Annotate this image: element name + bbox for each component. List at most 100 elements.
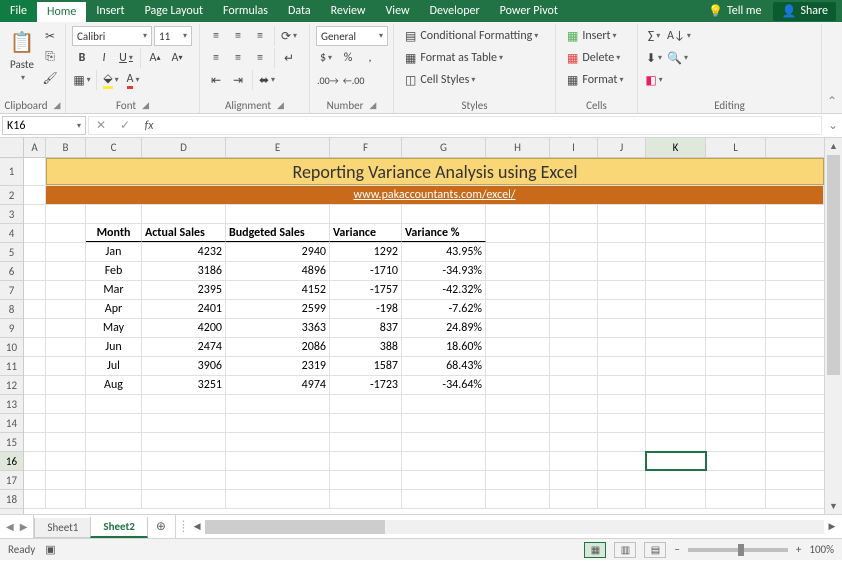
dialog-launcher-icon[interactable]: ◢: [277, 100, 284, 111]
data-cell[interactable]: 3186: [142, 262, 226, 280]
data-cell[interactable]: -42.32%: [402, 281, 486, 299]
table-header[interactable]: Variance: [330, 224, 402, 242]
share-button[interactable]: 👤 Share: [773, 2, 836, 21]
cell-I16[interactable]: [550, 452, 598, 470]
autosum-button[interactable]: ∑▾: [644, 26, 664, 46]
cell[interactable]: [486, 281, 550, 299]
cell-C15[interactable]: [86, 433, 142, 451]
cell-G16[interactable]: [402, 452, 486, 470]
cell[interactable]: [550, 300, 598, 318]
row-header-13[interactable]: 13: [0, 395, 23, 414]
cell-B13[interactable]: [46, 395, 86, 413]
cell-I17[interactable]: [550, 471, 598, 489]
table-header[interactable]: Actual Sales: [142, 224, 226, 242]
row-header-10[interactable]: 10: [0, 338, 23, 357]
dialog-launcher-icon[interactable]: ◢: [369, 100, 376, 111]
cell-J18[interactable]: [598, 490, 646, 508]
scroll-left-icon[interactable]: ◀: [189, 521, 205, 532]
cell[interactable]: [598, 224, 646, 242]
cell-L3[interactable]: [706, 205, 766, 223]
cell[interactable]: [46, 338, 86, 356]
clear-button[interactable]: ◧▾: [644, 70, 664, 90]
cell-A17[interactable]: [24, 471, 46, 489]
cell[interactable]: [646, 262, 706, 280]
align-top-button[interactable]: ≡: [206, 26, 226, 46]
cell[interactable]: [646, 319, 706, 337]
tab-home[interactable]: Home: [37, 0, 86, 22]
cell[interactable]: [646, 338, 706, 356]
macro-record-icon[interactable]: ▣: [45, 543, 55, 556]
underline-button[interactable]: U▾: [116, 48, 136, 68]
cell-L15[interactable]: [706, 433, 766, 451]
sheet-nav-next-icon[interactable]: ▶: [20, 520, 28, 533]
cell-E13[interactable]: [226, 395, 330, 413]
cell-C3[interactable]: [86, 205, 142, 223]
collapse-ribbon-button[interactable]: ⌃: [822, 24, 842, 113]
currency-button[interactable]: $▾: [316, 48, 336, 68]
tab-file[interactable]: File: [0, 0, 37, 22]
cell[interactable]: [46, 300, 86, 318]
cell-K14[interactable]: [646, 414, 706, 432]
row-header-1[interactable]: 1: [0, 158, 23, 186]
data-cell[interactable]: 43.95%: [402, 243, 486, 261]
column-header-K[interactable]: K: [646, 138, 706, 157]
format-as-table-button[interactable]: ▦Format as Table▾: [400, 48, 549, 68]
cell[interactable]: [598, 262, 646, 280]
cell[interactable]: [24, 338, 46, 356]
data-cell[interactable]: Jan: [86, 243, 142, 261]
cell[interactable]: [24, 376, 46, 394]
cell-styles-button[interactable]: ◫Cell Styles▾: [400, 70, 549, 90]
cell-B18[interactable]: [46, 490, 86, 508]
cell-J16[interactable]: [598, 452, 646, 470]
cell-H3[interactable]: [486, 205, 550, 223]
align-left-button[interactable]: ≡: [206, 48, 226, 68]
cell-F13[interactable]: [330, 395, 402, 413]
cell[interactable]: [24, 281, 46, 299]
row-header-7[interactable]: 7: [0, 281, 23, 300]
vertical-scrollbar[interactable]: ▲ ▼: [824, 138, 842, 514]
row-header-4[interactable]: 4: [0, 224, 23, 243]
increase-indent-button[interactable]: ⇥: [228, 70, 248, 90]
table-header[interactable]: Variance %: [402, 224, 486, 242]
data-cell[interactable]: 4200: [142, 319, 226, 337]
row-header-14[interactable]: 14: [0, 414, 23, 433]
cell[interactable]: [646, 376, 706, 394]
cell[interactable]: [550, 376, 598, 394]
cell[interactable]: [24, 319, 46, 337]
cell-A3[interactable]: [24, 205, 46, 223]
column-header-B[interactable]: B: [46, 138, 86, 157]
expand-formula-bar-button[interactable]: ⌄: [824, 114, 842, 137]
sheet-tab-sheet2[interactable]: Sheet2: [90, 517, 148, 538]
cell[interactable]: [46, 376, 86, 394]
row-header-8[interactable]: 8: [0, 300, 23, 319]
cell[interactable]: [46, 281, 86, 299]
format-painter-button[interactable]: 🖌: [40, 68, 60, 88]
page-break-view-button[interactable]: ▤: [644, 542, 666, 558]
decrease-font-button[interactable]: A▾: [167, 48, 187, 68]
cell-C17[interactable]: [86, 471, 142, 489]
data-cell[interactable]: 2086: [226, 338, 330, 356]
cell[interactable]: [24, 186, 46, 204]
scroll-down-icon[interactable]: ▼: [825, 498, 842, 514]
cell-F3[interactable]: [330, 205, 402, 223]
cell-K17[interactable]: [646, 471, 706, 489]
row-header-11[interactable]: 11: [0, 357, 23, 376]
cell-K3[interactable]: [646, 205, 706, 223]
horizontal-scrollbar[interactable]: ⁞ ◀ ▶: [175, 515, 842, 538]
data-cell[interactable]: Jul: [86, 357, 142, 375]
data-cell[interactable]: 2940: [226, 243, 330, 261]
data-cell[interactable]: -1723: [330, 376, 402, 394]
normal-view-button[interactable]: ▦: [584, 542, 606, 558]
data-cell[interactable]: 4232: [142, 243, 226, 261]
cell-J3[interactable]: [598, 205, 646, 223]
data-cell[interactable]: -1710: [330, 262, 402, 280]
font-color-button[interactable]: A▾: [123, 70, 143, 90]
cell-B15[interactable]: [46, 433, 86, 451]
data-cell[interactable]: 2401: [142, 300, 226, 318]
tab-page-layout[interactable]: Page Layout: [135, 0, 213, 22]
cell[interactable]: [24, 158, 46, 185]
column-header-C[interactable]: C: [86, 138, 142, 157]
cell[interactable]: [598, 319, 646, 337]
insert-cells-button[interactable]: ▦Insert▾: [562, 26, 631, 46]
data-cell[interactable]: Mar: [86, 281, 142, 299]
